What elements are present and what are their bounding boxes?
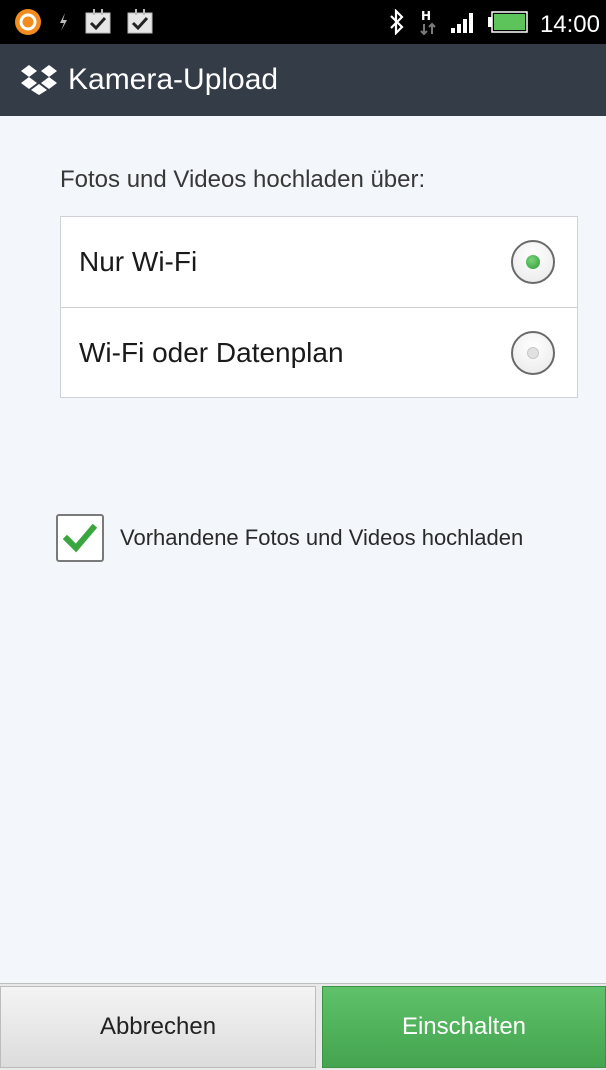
enable-button[interactable]: Einschalten bbox=[322, 986, 606, 1068]
option-wifi-or-data[interactable]: Wi-Fi oder Datenplan bbox=[61, 307, 577, 397]
status-bar-right: H 14:00 bbox=[388, 8, 600, 41]
network-h-icon: H bbox=[418, 8, 438, 41]
status-bar: H 14:00 bbox=[0, 0, 606, 44]
usb-icon bbox=[56, 11, 70, 38]
page-title: Kamera-Upload bbox=[68, 63, 279, 96]
radio-unselected-dot bbox=[527, 346, 539, 359]
option-wifi-only[interactable]: Nur Wi-Fi bbox=[61, 217, 577, 307]
option-label: Nur Wi-Fi bbox=[79, 246, 198, 277]
main-content: Fotos und Videos hochladen über: Nur Wi-… bbox=[0, 116, 606, 1016]
bluetooth-icon bbox=[388, 8, 406, 40]
task-check-icon bbox=[84, 9, 112, 40]
status-bar-left bbox=[14, 8, 154, 41]
signal-icon bbox=[450, 10, 476, 39]
existing-media-row[interactable]: Vorhandene Fotos und Videos hochladen bbox=[56, 514, 523, 562]
radio-button-unselected[interactable] bbox=[511, 330, 555, 375]
button-bar: Abbrechen Einschalten bbox=[0, 983, 606, 1070]
svg-text:H: H bbox=[421, 9, 431, 23]
cancel-button[interactable]: Abbrechen bbox=[0, 986, 316, 1068]
task-check-icon bbox=[126, 9, 154, 40]
existing-media-label: Vorhandene Fotos und Videos hochladen bbox=[120, 525, 524, 550]
clock: 14:00 bbox=[539, 10, 600, 38]
app-notification-icon bbox=[14, 8, 42, 41]
upload-options-list: Nur Wi-Fi Wi-Fi oder Datenplan bbox=[60, 216, 578, 398]
existing-media-checkbox[interactable] bbox=[56, 514, 104, 562]
battery-icon bbox=[487, 11, 528, 38]
title-bar: Kamera-Upload bbox=[0, 44, 606, 116]
checkmark-icon bbox=[63, 523, 97, 553]
upload-section-label: Fotos und Videos hochladen über: bbox=[60, 166, 426, 193]
radio-button-selected[interactable] bbox=[511, 240, 555, 284]
option-label: Wi-Fi oder Datenplan bbox=[79, 336, 344, 368]
dropbox-icon bbox=[18, 63, 60, 97]
radio-selected-dot bbox=[526, 255, 540, 269]
